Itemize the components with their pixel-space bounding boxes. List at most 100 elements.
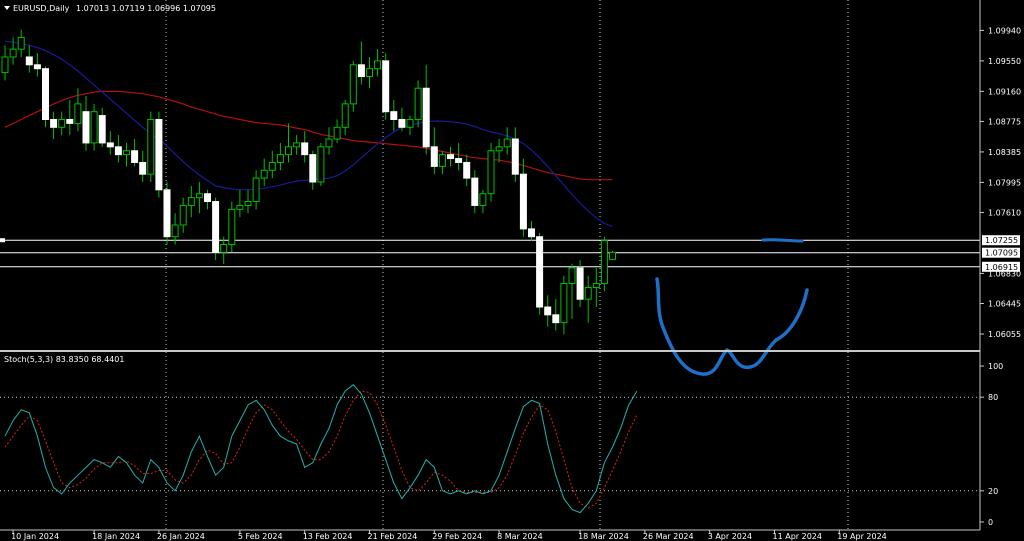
- y-tick-label: 1.09940: [988, 26, 1021, 35]
- candle-bullish: [495, 146, 503, 152]
- candle-bearish: [33, 64, 41, 70]
- y-tick-label: 1.08385: [988, 148, 1021, 157]
- x-tick-label: 26 Jan 2024: [157, 532, 205, 541]
- candle-bullish: [293, 142, 301, 148]
- candle-bearish: [455, 158, 463, 163]
- y-tick-label: 1.06445: [988, 300, 1021, 309]
- candle-bullish: [252, 177, 260, 203]
- candle-bullish: [592, 283, 600, 288]
- candle-bearish: [422, 87, 430, 148]
- annotation-resistance-stroke: [761, 238, 804, 243]
- candle-bullish: [600, 240, 608, 285]
- x-tick-label: 13 Feb 2024: [303, 532, 353, 541]
- price-line-label: 1.07095: [985, 249, 1018, 258]
- candle-bullish: [349, 64, 357, 105]
- chart-background: [0, 0, 1024, 541]
- stoch-level-label: 0: [988, 518, 993, 527]
- x-tick-label: 5 Feb 2024: [238, 532, 283, 541]
- stoch-level-label: 80: [988, 393, 998, 402]
- y-tick-label: 1.09550: [988, 57, 1021, 66]
- candle-bullish: [317, 146, 325, 183]
- chart-header: EURUSD,Daily 1.07013 1.07119 1.06996 1.0…: [4, 4, 216, 13]
- candle-bearish: [471, 177, 479, 206]
- x-tick-label: 19 Apr 2024: [837, 532, 886, 541]
- candle-bullish: [374, 60, 382, 70]
- stoch-label: Stoch(5,3,3) 83.8350 68.4401: [4, 355, 124, 364]
- stoch-level-label: 100: [988, 362, 1003, 371]
- candle-bearish: [25, 56, 33, 66]
- candle-bullish: [366, 68, 373, 78]
- candle-bearish: [50, 118, 58, 128]
- x-tick-label: 18 Mar 2024: [578, 532, 629, 541]
- candle-bullish: [236, 204, 244, 210]
- candle-bearish: [106, 142, 114, 148]
- candle-bearish: [155, 118, 163, 191]
- candle-bullish: [268, 161, 276, 171]
- candle-bearish: [163, 189, 171, 238]
- candle-bullish: [341, 103, 349, 128]
- candle-bearish: [511, 138, 519, 175]
- candle-bullish: [487, 150, 495, 195]
- x-tick-label: 10 Jan 2024: [11, 532, 59, 541]
- candle-bullish: [17, 36, 25, 50]
- candle-bearish: [430, 146, 438, 167]
- candle-bullish: [325, 138, 333, 148]
- candle-bullish: [147, 118, 155, 175]
- candle-bearish: [212, 201, 220, 253]
- x-tick-label: 3 Apr 2024: [708, 532, 752, 541]
- x-tick-label: 18 Jan 2024: [92, 532, 140, 541]
- price-chart: 1.072551.070951.06915 1.099401.095501.09…: [0, 0, 1024, 541]
- y-tick-label: 1.06830: [988, 269, 1021, 278]
- x-tick-label: 21 Feb 2024: [368, 532, 418, 541]
- x-tick-label: 29 Feb 2024: [432, 532, 482, 541]
- candle-bullish: [503, 138, 511, 148]
- candle-bullish: [244, 201, 252, 206]
- candle-bullish: [333, 126, 341, 140]
- candle-bullish: [568, 267, 576, 285]
- candle-bullish: [123, 150, 130, 156]
- candle-bearish: [204, 193, 211, 203]
- candle-bullish: [584, 286, 592, 300]
- candle-bullish: [58, 118, 66, 128]
- candle-bullish: [90, 111, 98, 144]
- candle-bearish: [301, 142, 309, 156]
- candle-bullish: [406, 118, 414, 128]
- candle-bullish: [9, 48, 17, 58]
- candle-bearish: [519, 173, 527, 230]
- y-tick-label: 1.09160: [988, 87, 1021, 96]
- y-tick-label: 1.08775: [988, 117, 1021, 126]
- candle-bullish: [195, 193, 203, 199]
- candle-bullish: [187, 197, 195, 206]
- x-tick-label: 8 Mar 2024: [497, 532, 543, 541]
- candle-bullish: [414, 87, 422, 120]
- left-marker: [0, 238, 5, 243]
- y-tick-label: 1.07995: [988, 178, 1021, 187]
- candle-bullish: [74, 103, 82, 124]
- candle-bearish: [66, 118, 74, 124]
- candle-bearish: [98, 115, 106, 144]
- candle-bullish: [1, 56, 9, 74]
- candle-bearish: [398, 118, 406, 128]
- candle-bearish: [139, 161, 147, 175]
- candle-bullish: [560, 283, 568, 324]
- candle-bearish: [528, 228, 535, 238]
- candle-bullish: [438, 154, 446, 167]
- x-tick-label: 11 Apr 2024: [773, 532, 822, 541]
- candle-bullish: [276, 154, 284, 163]
- candle-bearish: [82, 111, 90, 144]
- candle-bearish: [382, 60, 390, 113]
- candle-bearish: [357, 64, 365, 78]
- stoch-level-label: 20: [988, 487, 998, 496]
- candle-bearish: [309, 154, 317, 183]
- symbol-label: EURUSD,Daily: [13, 4, 70, 13]
- candle-bearish: [390, 111, 398, 120]
- price-line-label: 1.07255: [985, 236, 1018, 245]
- y-tick-label: 1.07610: [988, 208, 1021, 217]
- candle-bearish: [447, 154, 454, 160]
- candle-bullish: [179, 204, 187, 226]
- candle-bullish: [171, 224, 179, 238]
- candle-bearish: [114, 146, 122, 156]
- candle-bullish: [609, 251, 616, 260]
- candle-bearish: [463, 161, 471, 179]
- candle-bearish: [552, 314, 560, 324]
